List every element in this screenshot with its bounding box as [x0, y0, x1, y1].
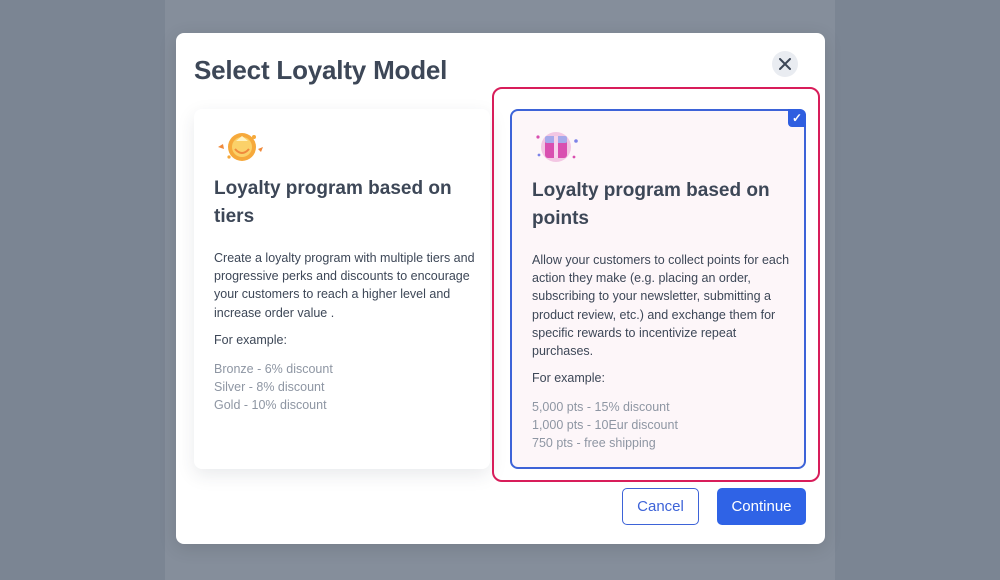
check-icon: ✓ [791, 111, 803, 125]
close-button[interactable] [772, 51, 798, 77]
list-item: 1,000 pts - 10Eur discount [532, 418, 678, 433]
list-item: Gold - 10% discount [214, 398, 327, 413]
loyalty-option-tiers[interactable]: Loyalty program based on tiers Create a … [194, 109, 490, 469]
cancel-button[interactable]: Cancel [622, 488, 699, 525]
selected-check-badge: ✓ [788, 109, 806, 127]
example-list: 5,000 pts - 15% discount 1,000 pts - 10E… [532, 398, 678, 453]
card-title: Loyalty program based on points [532, 180, 770, 229]
example-list: Bronze - 6% discount Silver - 8% discoun… [214, 360, 333, 415]
points-gift-icon [536, 132, 578, 162]
example-label: For example: [214, 333, 287, 347]
card-description: Create a loyalty program with multiple t… [214, 251, 475, 320]
list-item: Bronze - 6% discount [214, 362, 333, 376]
close-icon [779, 58, 791, 70]
loyalty-option-points[interactable]: ✓ Loyalty program based on points Allow … [510, 109, 806, 469]
list-item: 750 pts - free shipping [532, 436, 656, 451]
continue-button[interactable]: Continue [717, 488, 806, 525]
list-item: Silver - 8% discount [214, 380, 325, 395]
example-label: For example: [532, 371, 605, 385]
list-item: 5,000 pts - 15% discount [532, 400, 670, 414]
modal-title: Select Loyalty Model [194, 55, 448, 85]
card-title: Loyalty program based on tiers [214, 178, 452, 227]
card-description: Allow your customers to collect points f… [532, 253, 790, 359]
tiers-medal-icon [218, 133, 263, 161]
select-loyalty-model-dialog: Select Loyalty Model Loyalty program bas… [176, 33, 825, 544]
